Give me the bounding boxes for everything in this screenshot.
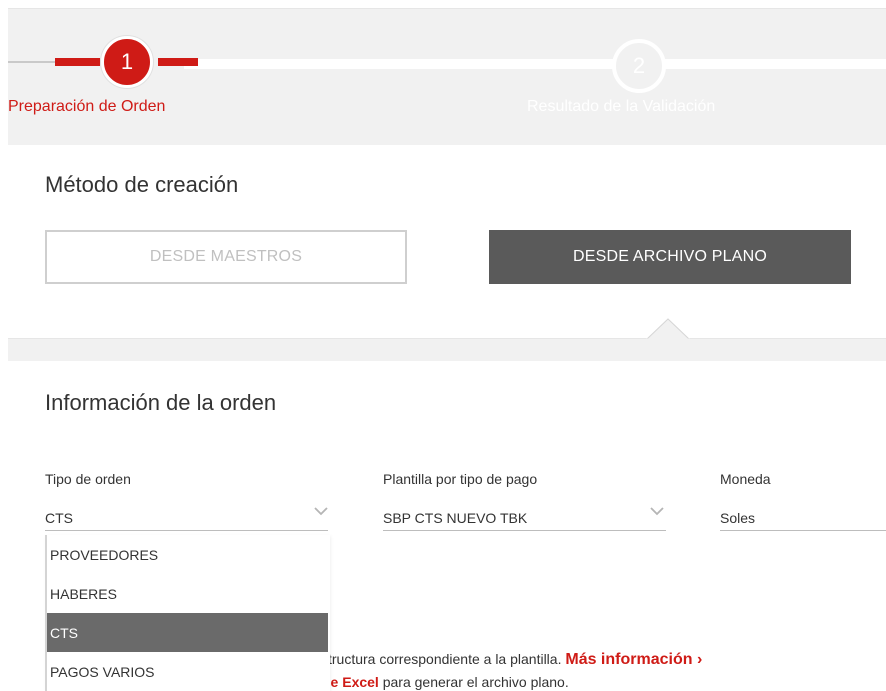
desde-archivo-plano-label: DESDE ARCHIVO PLANO (572, 248, 768, 265)
moneda-label: Moneda (720, 471, 771, 487)
excel-info-text: de Excel para generar el archivo plano. (322, 674, 569, 690)
template-info-text: tructura correspondiente a la plantilla.… (328, 651, 702, 669)
step-1-indicator: 1 (101, 36, 153, 88)
dropdown-option-proveedores[interactable]: PROVEEDORES (47, 535, 328, 574)
order-info-title: Información de la orden (45, 390, 277, 415)
template-info-prefix: tructura correspondiente a la plantilla. (328, 651, 562, 667)
moneda-select[interactable]: Soles (720, 510, 755, 526)
step-1-label: Preparación de Orden (8, 98, 166, 115)
step-2-indicator: 2 (612, 39, 666, 93)
step-2-label: Resultado de la Validación (527, 98, 716, 115)
tipo-orden-label: Tipo de orden (45, 471, 131, 487)
mas-informacion-link[interactable]: Más información › (565, 651, 702, 668)
desde-maestros-label: DESDE MAESTROS (149, 248, 303, 265)
plantilla-select[interactable]: SBP CTS NUEVO TBK (383, 510, 527, 526)
plantilla-label: Plantilla por tipo de pago (383, 471, 538, 487)
desde-archivo-plano-button[interactable]: DESDE ARCHIVO PLANO (489, 230, 851, 284)
dropdown-option-haberes[interactable]: HABERES (47, 574, 328, 613)
step-1-number: 1 (120, 49, 134, 74)
tipo-orden-underline (45, 530, 328, 531)
chevron-down-icon[interactable] (650, 506, 664, 516)
method-title: Método de creación (45, 172, 239, 197)
dropdown-option-pagos-varios[interactable]: PAGOS VARIOS (47, 652, 328, 691)
dropdown-option-cts[interactable]: CTS (47, 613, 328, 652)
excel-info-suffix: para generar el archivo plano. (382, 674, 569, 690)
section-divider (8, 338, 886, 361)
stepper-progress-left (55, 58, 100, 66)
selected-method-pointer-icon (646, 318, 690, 340)
stepper-progress-right (158, 58, 198, 66)
excel-link[interactable]: de Excel (322, 674, 379, 690)
stepper-track (184, 59, 886, 69)
plantilla-underline (383, 530, 666, 531)
progress-stepper: 1 2 Preparación de Orden Resultado de la… (8, 8, 886, 145)
moneda-underline (720, 530, 886, 531)
tipo-orden-dropdown: PROVEEDORES HABERES CTS PAGOS VARIOS (45, 535, 330, 691)
step-2-number: 2 (632, 53, 646, 78)
desde-maestros-button[interactable]: DESDE MAESTROS (45, 230, 407, 284)
tipo-orden-select[interactable]: CTS (45, 510, 73, 526)
chevron-down-icon[interactable] (314, 506, 328, 516)
